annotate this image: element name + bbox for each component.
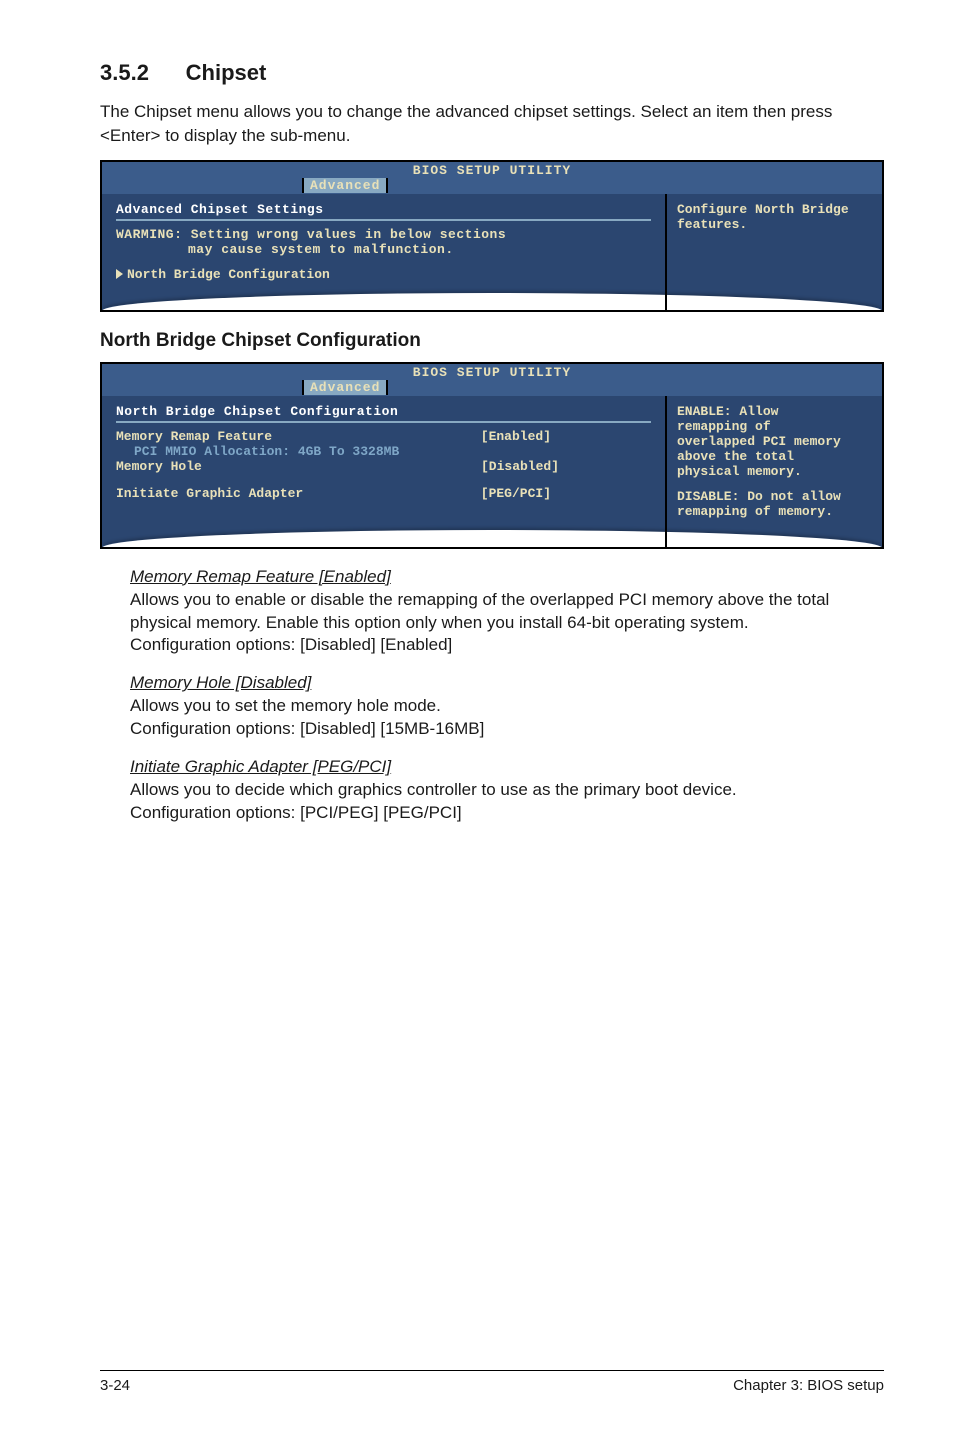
- bios-divider: [116, 421, 651, 423]
- bios-setting-value: [Disabled]: [481, 459, 651, 474]
- option-body: Allows you to decide which graphics cont…: [130, 779, 884, 825]
- option-desc: Allows you to decide which graphics cont…: [130, 780, 737, 799]
- bios-warning-line2: may cause system to malfunction.: [116, 242, 651, 257]
- bios-menu-item-label: North Bridge Configuration: [127, 267, 330, 282]
- bios-warning-line1: WARMING: Setting wrong values in below s…: [116, 227, 651, 242]
- bios-setting-label: Memory Hole: [116, 459, 202, 474]
- bios-tab-advanced[interactable]: Advanced: [302, 380, 388, 395]
- page-footer: 3-24 Chapter 3: BIOS setup: [100, 1370, 884, 1394]
- bios-help-line: physical memory.: [677, 464, 872, 479]
- bios-help-line: features.: [677, 217, 872, 232]
- section-title: Chipset: [186, 60, 267, 85]
- bios-setting-label: Initiate Graphic Adapter: [116, 486, 303, 501]
- bios-tab-row: Advanced: [102, 380, 882, 395]
- bios-tab-row: Advanced: [102, 178, 882, 193]
- bios-header: BIOS SETUP UTILITY Advanced: [102, 364, 882, 396]
- option-body: Allows you to set the memory hole mode. …: [130, 695, 884, 741]
- option-config: Configuration options: [PCI/PEG] [PEG/PC…: [130, 803, 462, 822]
- bios-setting-value: [Enabled]: [481, 429, 651, 444]
- bios-setting-memory-remap[interactable]: Memory Remap Feature [Enabled]: [116, 429, 651, 444]
- option-config: Configuration options: [Disabled] [15MB-…: [130, 719, 484, 738]
- option-title-memory-hole: Memory Hole [Disabled]: [130, 673, 884, 693]
- chapter-label: Chapter 3: BIOS setup: [733, 1377, 884, 1394]
- bios-help-line: above the total: [677, 449, 872, 464]
- bios-setting-label: Memory Remap Feature: [116, 429, 272, 444]
- bios-menu-item-north-bridge[interactable]: North Bridge Configuration: [116, 267, 651, 282]
- bios-header-title: BIOS SETUP UTILITY: [413, 163, 571, 178]
- bios-panel-advanced-chipset: BIOS SETUP UTILITY Advanced Advanced Chi…: [100, 160, 884, 312]
- bios-help-line: DISABLE: Do not allow: [677, 489, 872, 504]
- bios-tab-advanced[interactable]: Advanced: [302, 178, 388, 193]
- bios-left-title: North Bridge Chipset Configuration: [116, 404, 651, 419]
- option-title-memory-remap: Memory Remap Feature [Enabled]: [130, 567, 884, 587]
- subsection-heading: North Bridge Chipset Configuration: [100, 330, 884, 352]
- bios-setting-graphic-adapter[interactable]: Initiate Graphic Adapter [PEG/PCI]: [116, 486, 651, 501]
- intro-paragraph: The Chipset menu allows you to change th…: [100, 100, 884, 148]
- section-heading: 3.5.2 Chipset: [100, 60, 884, 86]
- bios-help-line: overlapped PCI memory: [677, 434, 872, 449]
- bios-setting-value: [PEG/PCI]: [481, 486, 651, 501]
- bios-help-line: Configure North Bridge: [677, 202, 872, 217]
- bios-help-line: remapping of memory.: [677, 504, 872, 519]
- bios-setting-subinfo: PCI MMIO Allocation: 4GB To 3328MB: [116, 444, 651, 459]
- bios-help-line: remapping of: [677, 419, 872, 434]
- option-config: Configuration options: [Disabled] [Enabl…: [130, 635, 452, 654]
- bios-header-title: BIOS SETUP UTILITY: [413, 365, 571, 380]
- option-desc: Allows you to set the memory hole mode.: [130, 696, 441, 715]
- bios-divider: [116, 219, 651, 221]
- bios-panel-north-bridge: BIOS SETUP UTILITY Advanced North Bridge…: [100, 362, 884, 549]
- section-number: 3.5.2: [100, 60, 149, 85]
- bios-left-title: Advanced Chipset Settings: [116, 202, 651, 217]
- bios-setting-memory-hole[interactable]: Memory Hole [Disabled]: [116, 459, 651, 474]
- bios-help-line: ENABLE: Allow: [677, 404, 872, 419]
- arrow-right-icon: [116, 269, 123, 279]
- option-body: Allows you to enable or disable the rema…: [130, 589, 884, 658]
- option-title-graphic-adapter: Initiate Graphic Adapter [PEG/PCI]: [130, 757, 884, 777]
- option-desc: Allows you to enable or disable the rema…: [130, 590, 829, 632]
- page-number: 3-24: [100, 1377, 130, 1394]
- bios-header: BIOS SETUP UTILITY Advanced: [102, 162, 882, 194]
